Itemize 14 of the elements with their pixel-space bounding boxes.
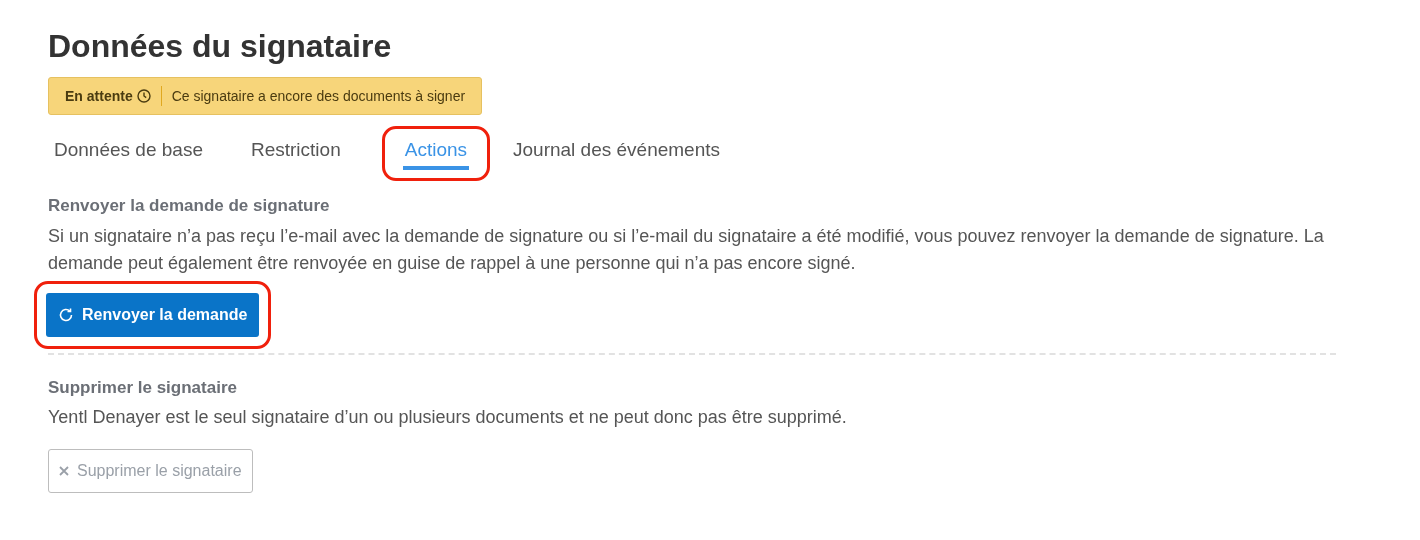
section-description: Si un signataire n’a pas reçu l’e-mail avec la demande de signature ou si l’e-mail du signataire a été modifié, vous pouvez renvoyer la demande de signature. La demande peut également être renvoyée en guise de rappel à une personne qui n’a pas encore signé. bbox=[48, 224, 1325, 275]
page-title: Données du signataire bbox=[48, 27, 393, 66]
refresh-icon bbox=[58, 306, 74, 323]
tab[interactable]: Restriction bbox=[248, 136, 343, 170]
section-heading: Supprimer le signataire bbox=[48, 376, 238, 399]
tab[interactable]: Données de base bbox=[52, 136, 205, 170]
section-heading: Renvoyer la demande de signature bbox=[48, 195, 331, 217]
resend-request-button[interactable]: Renvoyer la demande bbox=[46, 292, 260, 337]
status-label: En attente bbox=[65, 86, 133, 106]
clock-icon bbox=[136, 89, 151, 103]
status-message: Ce signataire a encore des documents à signer bbox=[171, 86, 466, 106]
tab[interactable]: Journal des événements bbox=[511, 136, 723, 170]
close-icon bbox=[59, 466, 69, 476]
section-description: Yentl Denayer est le seul signataire d’un ou plusieurs documents et ne peut donc pas être supprimé. bbox=[48, 406, 848, 429]
